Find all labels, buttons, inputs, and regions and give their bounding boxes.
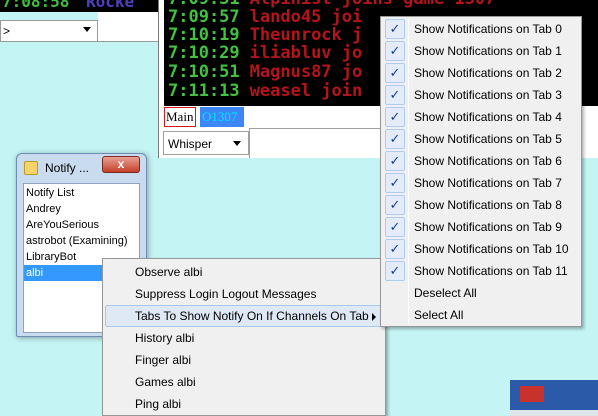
menu-item-label: Show Notifications on Tab 4 <box>414 110 562 124</box>
console-timestamp: 7:08:58 <box>2 0 70 11</box>
chevron-down-icon <box>233 141 241 146</box>
checkmark-icon: ✓ <box>385 129 405 149</box>
menu-item-deselect-all[interactable]: Deselect All <box>383 282 579 304</box>
menu-item-label: Tabs To Show Notify On If Channels On Ta… <box>135 309 369 323</box>
checkmark-icon: ✓ <box>385 217 405 237</box>
menu-item-tab-4[interactable]: ✓ Show Notifications on Tab 4 <box>383 106 579 128</box>
menu-item-observe[interactable]: Observe albi <box>105 261 383 283</box>
chat-message: iliabluv jo <box>249 43 363 63</box>
console-username: Rocke <box>86 0 135 11</box>
checkmark-icon: ✓ <box>385 85 405 105</box>
chat-line: 7:11:13 weasel join <box>168 80 362 102</box>
menu-item-label: Show Notifications on Tab 9 <box>414 220 562 234</box>
checkmark-icon: ✓ <box>385 107 405 127</box>
menu-item-tab-5[interactable]: ✓ Show Notifications on Tab 5 <box>383 128 579 150</box>
menu-item-label: Show Notifications on Tab 7 <box>414 176 562 190</box>
menu-item-label: Show Notifications on Tab 0 <box>414 22 562 36</box>
whisper-dropdown-value: Whisper <box>168 137 213 151</box>
checkmark-icon: ✓ <box>385 41 405 61</box>
list-item[interactable]: astrobot (Examining) <box>24 233 139 249</box>
menu-item-label: Show Notifications on Tab 2 <box>414 66 562 80</box>
chat-message: Magnus87 jo <box>249 62 363 82</box>
checkmark-icon: ✓ <box>385 239 405 259</box>
left-dropdown-value: > <box>3 24 11 38</box>
menu-item-label: Show Notifications on Tab 3 <box>414 88 562 102</box>
list-item[interactable]: Notify List <box>24 185 139 201</box>
menu-item-ping[interactable]: Ping albi <box>105 393 383 415</box>
app-icon <box>24 161 38 175</box>
tab-o1307[interactable]: O1307 <box>200 107 244 127</box>
menu-item-label: Show Notifications on Tab 6 <box>414 154 562 168</box>
menu-item-finger[interactable]: Finger albi <box>105 349 383 371</box>
submenu: ✓ Show Notifications on Tab 0 ✓ Show Notif… <box>380 16 582 327</box>
menu-item-label: Show Notifications on Tab 10 <box>414 242 569 256</box>
menu-item-history[interactable]: History albi <box>105 327 383 349</box>
menu-item-tab-3[interactable]: ✓ Show Notifications on Tab 3 <box>383 84 579 106</box>
background-console-strip: 7:08:58 Rocke <box>0 0 158 12</box>
checkmark-icon: ✓ <box>385 261 405 281</box>
menu-item-tab-2[interactable]: ✓ Show Notifications on Tab 2 <box>383 62 579 84</box>
background-input-bar <box>98 12 158 42</box>
menu-item-tab-1[interactable]: ✓ Show Notifications on Tab 1 <box>383 40 579 62</box>
list-item[interactable]: Andrey <box>24 201 139 217</box>
context-menu: Observe albi Suppress Login Logout Messa… <box>102 258 386 416</box>
chat-timestamp: 7:11:13 <box>168 81 240 101</box>
notify-window-title: Notify ... <box>45 161 90 175</box>
checkmark-icon: ✓ <box>385 63 405 83</box>
menu-item-select-all[interactable]: Select All <box>383 304 579 326</box>
tab-main[interactable]: Main <box>164 107 196 127</box>
menu-item-suppress-login-logout[interactable]: Suppress Login Logout Messages <box>105 283 383 305</box>
menu-item-label: Show Notifications on Tab 11 <box>414 264 568 278</box>
close-button[interactable]: x <box>102 156 140 173</box>
menu-item-tab-10[interactable]: ✓ Show Notifications on Tab 10 <box>383 238 579 260</box>
menu-item-label: Show Notifications on Tab 1 <box>414 44 562 58</box>
menu-item-label: Show Notifications on Tab 8 <box>414 198 562 212</box>
menu-item-tab-8[interactable]: ✓ Show Notifications on Tab 8 <box>383 194 579 216</box>
menu-item-tab-6[interactable]: ✓ Show Notifications on Tab 6 <box>383 150 579 172</box>
checkmark-icon: ✓ <box>385 151 405 171</box>
menu-item-tab-0[interactable]: ✓ Show Notifications on Tab 0 <box>383 18 579 40</box>
menu-item-tab-9[interactable]: ✓ Show Notifications on Tab 9 <box>383 216 579 238</box>
chevron-down-icon <box>83 27 91 32</box>
menu-item-tabs-to-show-notify[interactable]: Tabs To Show Notify On If Channels On Ta… <box>105 305 383 327</box>
left-dropdown[interactable]: > <box>0 20 98 42</box>
notify-titlebar[interactable]: Notify ... x <box>17 154 146 181</box>
whisper-dropdown[interactable]: Whisper <box>163 131 249 155</box>
chat-message: weasel join <box>249 81 363 101</box>
checkmark-icon: ✓ <box>385 195 405 215</box>
menu-item-games[interactable]: Games albi <box>105 371 383 393</box>
list-item[interactable]: AreYouSerious <box>24 217 139 233</box>
chat-timestamp: 7:10:51 <box>168 62 240 82</box>
chevron-right-icon <box>372 313 376 321</box>
checkmark-icon: ✓ <box>385 173 405 193</box>
checkmark-icon: ✓ <box>385 19 405 39</box>
menu-item-label: Show Notifications on Tab 5 <box>414 132 562 146</box>
menu-item-tab-11[interactable]: ✓ Show Notifications on Tab 11 <box>383 260 579 282</box>
menu-item-tab-7[interactable]: ✓ Show Notifications on Tab 7 <box>383 172 579 194</box>
background-window-fragment <box>510 380 598 416</box>
chat-timestamp: 7:10:29 <box>168 43 240 63</box>
